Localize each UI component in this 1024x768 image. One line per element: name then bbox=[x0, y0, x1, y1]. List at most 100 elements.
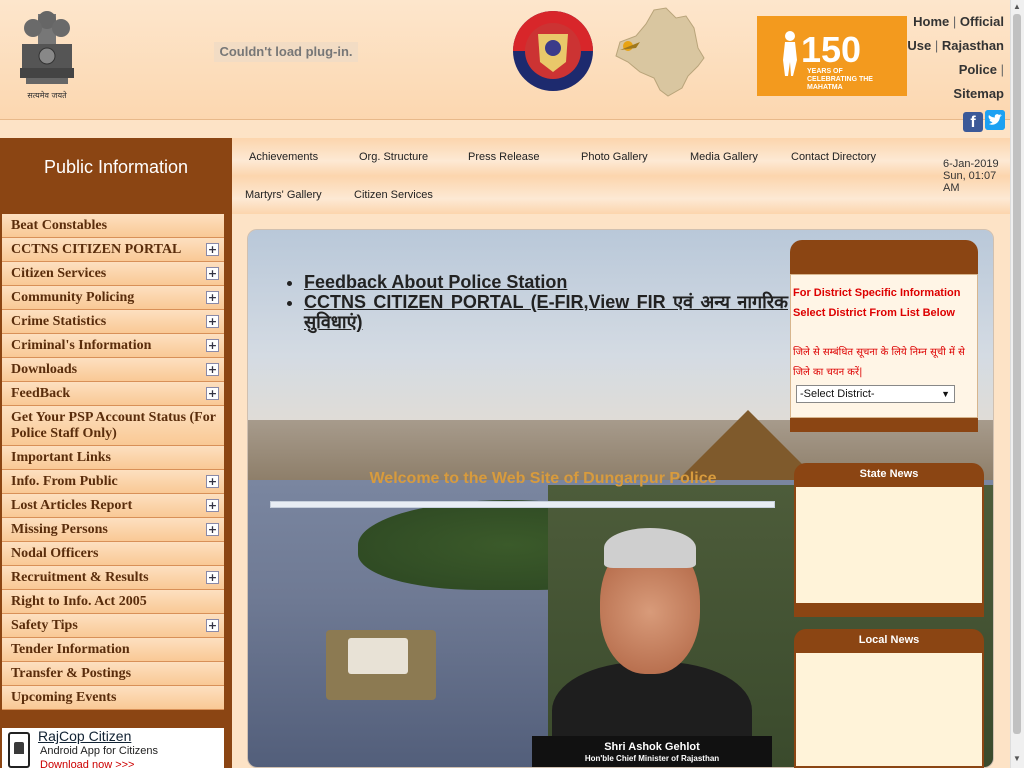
expand-plus-icon[interactable]: + bbox=[206, 475, 219, 488]
marquee-bar bbox=[270, 501, 775, 508]
sidebar-item[interactable]: FeedBack + bbox=[2, 382, 224, 406]
district-dropdown-value: -Select District- bbox=[800, 388, 875, 400]
sidebar-item[interactable]: Tender Information bbox=[2, 638, 224, 662]
scroll-down-icon[interactable]: ▼ bbox=[1012, 754, 1022, 764]
sidebar-item-label: Info. From Public bbox=[11, 474, 118, 489]
sidebar-item[interactable]: Important Links bbox=[2, 446, 224, 470]
sidebar-item[interactable]: Transfer & Postings bbox=[2, 662, 224, 686]
mobile-phone-icon bbox=[8, 732, 30, 768]
nav-org-structure[interactable]: Org. Structure bbox=[359, 150, 428, 164]
sidebar-item[interactable]: Nodal Officers bbox=[2, 542, 224, 566]
plugin-error-message: Couldn't load plug-in. bbox=[214, 42, 358, 62]
sidebar-item[interactable]: Get Your PSP Account Status (For Police … bbox=[2, 406, 224, 446]
sidebar-item[interactable]: Community Policing + bbox=[2, 286, 224, 310]
dropdown-arrow-icon: ▼ bbox=[941, 389, 950, 399]
sitemap-link[interactable]: Sitemap bbox=[953, 86, 1004, 101]
sidebar-item[interactable]: Beat Constables bbox=[2, 214, 224, 238]
cm-role: Hon'ble Chief Minister of Rajasthan bbox=[584, 754, 720, 763]
sidebar-item-label: Get Your PSP Account Status (For Police … bbox=[11, 410, 216, 441]
sidebar-item-label: Right to Info. Act 2005 bbox=[11, 594, 147, 609]
list-item[interactable]: Feedback About Police Station bbox=[304, 272, 788, 292]
district-instruction-en: For District Specific Information Select… bbox=[793, 287, 961, 319]
sidebar-item-label: Transfer & Postings bbox=[11, 666, 132, 681]
expand-plus-icon[interactable]: + bbox=[206, 619, 219, 632]
expand-plus-icon[interactable]: + bbox=[206, 315, 219, 328]
left-sidebar: Public Information Beat Constables CCTNS … bbox=[0, 138, 232, 768]
current-date: 6-Jan-2019 bbox=[943, 158, 999, 170]
expand-plus-icon[interactable]: + bbox=[206, 339, 219, 352]
sidebar-item[interactable]: CCTNS CITIZEN PORTAL + bbox=[2, 238, 224, 262]
sidebar-item[interactable]: Crime Statistics + bbox=[2, 310, 224, 334]
sidebar-item-label: Criminal's Information bbox=[11, 338, 152, 353]
sidebar-item[interactable]: Missing Persons + bbox=[2, 518, 224, 542]
expand-plus-icon[interactable]: + bbox=[206, 523, 219, 536]
nav-contact-directory[interactable]: Contact Directory bbox=[791, 150, 876, 164]
nav-photo-gallery[interactable]: Photo Gallery bbox=[581, 150, 648, 164]
sidebar-item[interactable]: Right to Info. Act 2005 bbox=[2, 590, 224, 614]
cm-caption: Shri Ashok Gehlot Hon'ble Chief Minister… bbox=[532, 736, 772, 767]
nav-martyrs-gallery[interactable]: Martyrs' Gallery bbox=[245, 188, 322, 202]
banner-text: YEARS OF CELEBRATING THE MAHATMA bbox=[807, 68, 873, 91]
feedback-police-station-link[interactable]: Feedback About Police Station bbox=[304, 272, 567, 292]
sidebar-item-label: Important Links bbox=[11, 450, 111, 465]
emblem-motto: सत्यमेव जयते bbox=[27, 91, 67, 100]
sidebar-item[interactable]: Criminal's Information + bbox=[2, 334, 224, 358]
scroll-up-icon[interactable]: ▲ bbox=[1012, 2, 1022, 12]
rajcop-title[interactable]: RajCop Citizen bbox=[38, 728, 131, 744]
welcome-marquee-text: Welcome to the Web Site of Dungarpur Pol… bbox=[369, 470, 717, 487]
district-dropdown[interactable]: -Select District- ▼ bbox=[796, 385, 955, 403]
nav-media-gallery[interactable]: Media Gallery bbox=[690, 150, 758, 164]
district-panel-footer bbox=[790, 418, 978, 432]
current-time: Sun, 01:07 AM bbox=[943, 170, 997, 194]
top-links: Home | Official Use | Rajasthan Police |… bbox=[906, 10, 1004, 106]
sidebar-item[interactable]: Safety Tips + bbox=[2, 614, 224, 638]
district-select-panel: For District Specific Information Select… bbox=[790, 240, 978, 432]
sidebar-item-label: Upcoming Events bbox=[11, 690, 117, 705]
sidebar-item-label: Nodal Officers bbox=[11, 546, 99, 561]
rajcop-app-promo[interactable]: RajCop Citizen Android App for Citizens … bbox=[2, 728, 224, 768]
date-time-display: 6-Jan-2019 Sun, 01:07 AM bbox=[943, 158, 1007, 194]
rajasthan-police-link[interactable]: Rajasthan Police bbox=[942, 38, 1004, 77]
state-news-title: State News bbox=[794, 463, 984, 487]
separator: | bbox=[952, 14, 957, 29]
rajcop-download-link[interactable]: Download now >>> bbox=[40, 759, 134, 768]
banner-number: 150 bbox=[801, 29, 862, 70]
home-link[interactable]: Home bbox=[913, 14, 949, 29]
local-news-panel: Local News bbox=[794, 629, 984, 768]
state-news-panel: State News bbox=[794, 463, 984, 619]
separator: | bbox=[934, 38, 939, 53]
cctns-portal-link[interactable]: CCTNS CITIZEN PORTAL (E-FIR,View FIR एवं… bbox=[304, 292, 788, 332]
list-item[interactable]: CCTNS CITIZEN PORTAL (E-FIR,View FIR एवं… bbox=[304, 292, 788, 332]
expand-plus-icon[interactable]: + bbox=[206, 267, 219, 280]
sidebar-item-label: Safety Tips bbox=[11, 618, 78, 633]
expand-plus-icon[interactable]: + bbox=[206, 387, 219, 400]
nav-press-release[interactable]: Press Release bbox=[468, 150, 540, 164]
expand-plus-icon[interactable]: + bbox=[206, 499, 219, 512]
sidebar-item[interactable]: Recruitment & Results + bbox=[2, 566, 224, 590]
expand-plus-icon[interactable]: + bbox=[206, 291, 219, 304]
cm-name: Shri Ashok Gehlot bbox=[604, 741, 700, 753]
facebook-icon[interactable]: f bbox=[963, 112, 983, 132]
sidebar-item-label: FeedBack bbox=[11, 386, 71, 401]
quick-links-list: Feedback About Police Station CCTNS CITI… bbox=[288, 272, 788, 332]
twitter-icon[interactable] bbox=[985, 110, 1005, 130]
sidebar-item[interactable]: Downloads + bbox=[2, 358, 224, 382]
district-instruction-hi: जिले से सम्बंधित सूचना के लिये निम्न सूच… bbox=[793, 347, 965, 378]
sidebar-item[interactable]: Upcoming Events bbox=[2, 686, 224, 710]
expand-plus-icon[interactable]: + bbox=[206, 363, 219, 376]
expand-plus-icon[interactable]: + bbox=[206, 571, 219, 584]
state-news-body bbox=[794, 487, 984, 605]
sidebar-item[interactable]: Info. From Public + bbox=[2, 470, 224, 494]
sidebar-item[interactable]: Lost Articles Report + bbox=[2, 494, 224, 518]
gandhi-150-banner[interactable]: 150 YEARS OF CELEBRATING THE MAHATMA bbox=[757, 16, 907, 96]
scrollbar-thumb[interactable] bbox=[1013, 14, 1021, 734]
local-news-body bbox=[794, 653, 984, 768]
sidebar-item-label: Tender Information bbox=[11, 642, 130, 657]
expand-plus-icon[interactable]: + bbox=[206, 243, 219, 256]
sidebar-item[interactable]: Citizen Services + bbox=[2, 262, 224, 286]
island-temple bbox=[348, 638, 408, 674]
nav-citizen-services[interactable]: Citizen Services bbox=[354, 188, 433, 202]
nav-achievements[interactable]: Achievements bbox=[249, 150, 318, 164]
district-panel-header bbox=[790, 240, 978, 274]
sidebar-item-label: Lost Articles Report bbox=[11, 498, 133, 513]
